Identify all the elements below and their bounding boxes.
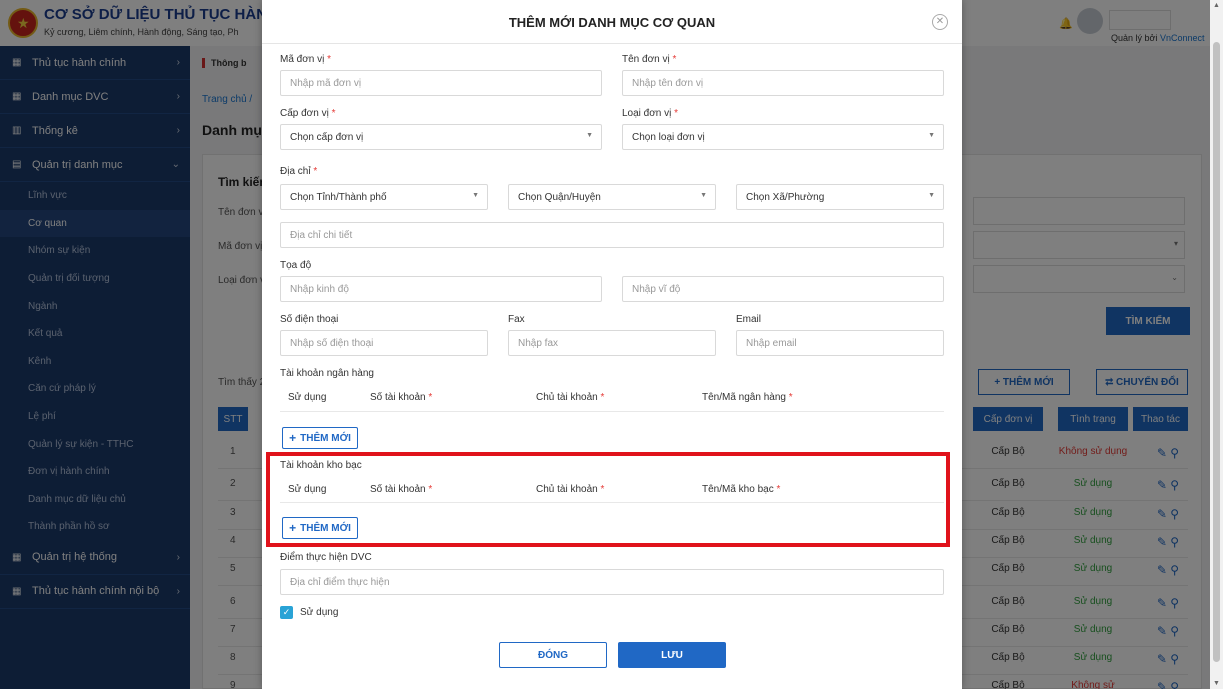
fax-input[interactable]: Nhập fax <box>508 330 716 356</box>
save-button[interactable]: LƯU <box>618 642 726 668</box>
chevron-down-icon: ▼ <box>928 192 935 199</box>
close-icon[interactable]: ✕ <box>932 14 948 30</box>
coord-label: Tọa độ <box>280 260 312 271</box>
modal-title: THÊM MỚI DANH MỤC CƠ QUAN <box>508 15 716 30</box>
name-input[interactable]: Nhập tên đơn vị <box>622 70 944 96</box>
use-label: Sử dụng <box>300 607 339 618</box>
email-input[interactable]: Nhập email <box>736 330 944 356</box>
chevron-down-icon: ▼ <box>586 132 593 139</box>
page-scrollbar[interactable]: ▲ ▼ <box>1210 0 1223 689</box>
dvc-label: Điểm thực hiện DVC <box>280 552 372 563</box>
highlight-box <box>266 452 950 547</box>
chevron-down-icon: ▼ <box>472 192 479 199</box>
modal-header: THÊM MỚI DANH MỤC CƠ QUAN ✕ <box>262 0 962 44</box>
type-select[interactable]: Chọn loại đơn vị ▼ <box>622 124 944 150</box>
type-label: Loại đơn vị * <box>622 108 679 119</box>
code-input[interactable]: Nhập mã đơn vị <box>280 70 602 96</box>
close-button[interactable]: ĐÓNG <box>499 642 607 668</box>
fax-label: Fax <box>508 314 525 325</box>
bank-col-holder: Chủ tài khoản * <box>536 392 605 403</box>
email-label: Email <box>736 314 762 325</box>
district-select[interactable]: Chọn Quận/Huyện ▼ <box>508 184 716 210</box>
level-select[interactable]: Chọn cấp đơn vị ▼ <box>280 124 602 150</box>
latitude-input[interactable]: Nhập vĩ độ <box>622 276 944 302</box>
add-agency-modal: THÊM MỚI DANH MỤC CƠ QUAN ✕ Mã đơn vị * … <box>262 0 962 689</box>
bank-col-bank: Tên/Mã ngân hàng * <box>702 392 793 403</box>
bank-col-use: Sử dụng <box>288 392 327 403</box>
phone-input[interactable]: Nhập số điện thoại <box>280 330 488 356</box>
chevron-down-icon: ▼ <box>928 132 935 139</box>
scroll-up-arrow[interactable]: ▲ <box>1213 2 1220 9</box>
bank-col-account: Số tài khoản * <box>370 392 433 403</box>
plus-icon: + <box>289 431 297 445</box>
divider <box>280 411 944 412</box>
ward-select[interactable]: Chọn Xã/Phường ▼ <box>736 184 944 210</box>
level-label: Cấp đơn vị * <box>280 108 336 119</box>
code-label: Mã đơn vị * <box>280 54 332 65</box>
chevron-down-icon: ▼ <box>700 192 707 199</box>
phone-label: Số điện thoại <box>280 314 339 325</box>
bank-section-title: Tài khoản ngân hàng <box>280 368 374 379</box>
use-checkbox[interactable]: ✓ <box>280 606 293 619</box>
longitude-input[interactable]: Nhập kinh độ <box>280 276 602 302</box>
address-detail-input[interactable]: Địa chỉ chi tiết <box>280 222 944 248</box>
name-label: Tên đơn vị * <box>622 54 677 65</box>
scroll-down-arrow[interactable]: ▼ <box>1213 680 1220 687</box>
dvc-address-input[interactable]: Địa chỉ điểm thực hiện <box>280 569 944 595</box>
province-select[interactable]: Chọn Tỉnh/Thành phố ▼ <box>280 184 488 210</box>
add-bank-account-button[interactable]: + THÊM MỚI <box>282 427 358 449</box>
scroll-thumb[interactable] <box>1213 42 1220 662</box>
address-label: Địa chỉ * <box>280 166 318 177</box>
